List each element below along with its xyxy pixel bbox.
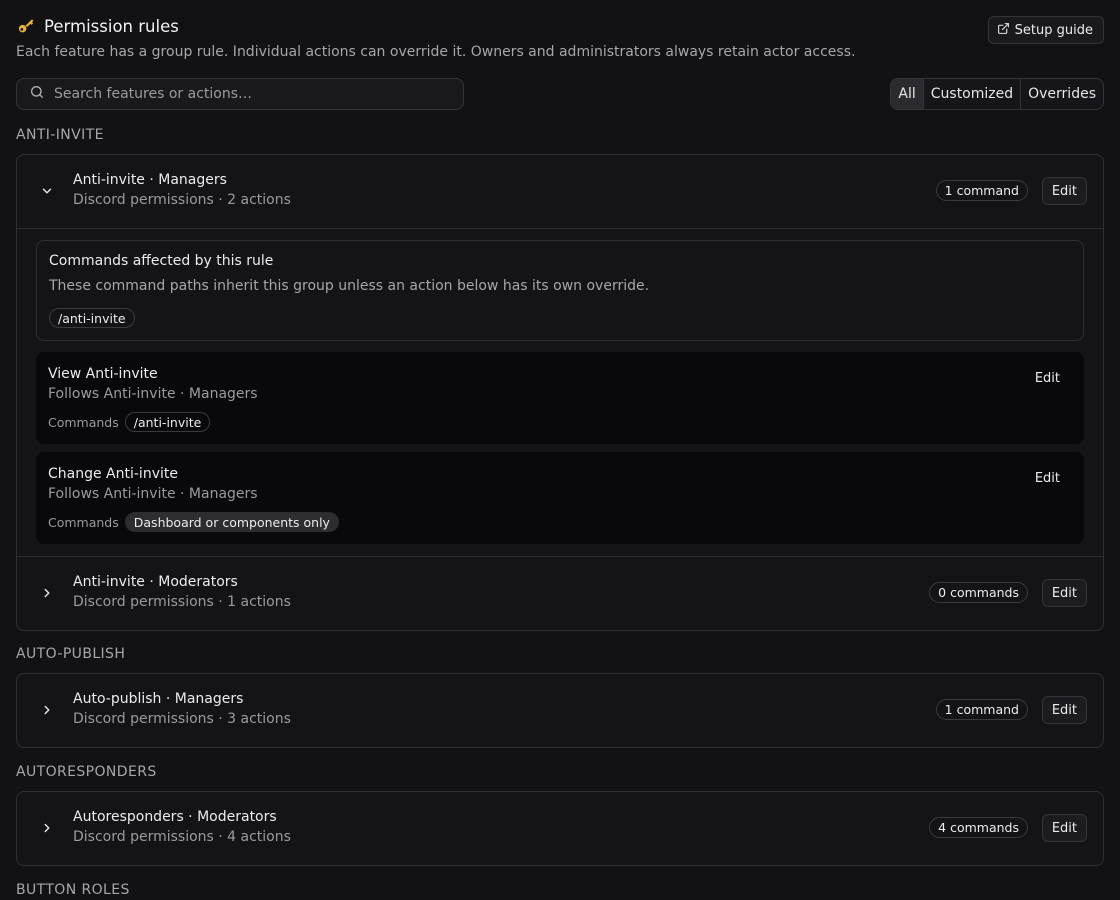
commands-label: Commands xyxy=(48,414,119,430)
group-details-panel: Commands affected by this rule These com… xyxy=(17,228,1103,557)
page-header: Permission rules Each feature has a grou… xyxy=(16,14,1104,60)
edit-button[interactable]: Edit xyxy=(1041,177,1087,205)
section-label-anti-invite: ANTI-INVITE xyxy=(16,127,104,143)
action-title: Change Anti-invite xyxy=(48,466,178,482)
section-card-auto-publish: Auto-publish · Managers Discord permissi… xyxy=(16,673,1104,748)
command-tag: /anti-invite xyxy=(124,412,211,432)
group-title: Anti-invite · Moderators xyxy=(73,574,238,590)
chevron-right-icon[interactable] xyxy=(37,700,57,720)
section-label-autoresponders: AUTORESPONDERS xyxy=(16,764,157,780)
chevron-right-icon[interactable] xyxy=(37,818,57,838)
group-row-autoresponders-moderators[interactable]: Autoresponders · Moderators Discord perm… xyxy=(17,792,1103,865)
action-commands: Commands Dashboard or components only xyxy=(48,512,339,532)
commands-count-badge: 4 commands xyxy=(929,817,1028,838)
group-subtitle: Discord permissions · 2 actions xyxy=(73,192,291,208)
affected-commands-title: Commands affected by this rule xyxy=(49,253,274,269)
group-subtitle: Discord permissions · 3 actions xyxy=(73,711,291,727)
action-card-view-anti-invite: View Anti-invite Follows Anti-invite · M… xyxy=(36,352,1084,444)
setup-guide-button[interactable]: Setup guide xyxy=(987,16,1104,44)
search-input[interactable] xyxy=(54,86,434,102)
action-edit-button[interactable]: Edit xyxy=(1023,364,1072,392)
key-icon xyxy=(16,16,36,36)
action-title: View Anti-invite xyxy=(48,366,158,382)
section-card-anti-invite: Anti-invite · Managers Discord permissio… xyxy=(16,154,1104,631)
chevron-down-icon[interactable] xyxy=(37,181,57,201)
command-tag: Dashboard or components only xyxy=(124,512,339,532)
action-subtitle: Follows Anti-invite · Managers xyxy=(48,486,258,502)
page-subtitle: Each feature has a group rule. Individua… xyxy=(16,44,856,60)
edit-button[interactable]: Edit xyxy=(1041,696,1087,724)
filter-segmented-control: All Customized Overrides xyxy=(890,78,1104,110)
section-label-auto-publish: AUTO-PUBLISH xyxy=(16,646,126,662)
filter-overrides[interactable]: Overrides xyxy=(1020,79,1103,109)
group-title: Anti-invite · Managers xyxy=(73,172,227,188)
filter-all[interactable]: All xyxy=(891,79,923,109)
action-commands: Commands /anti-invite xyxy=(48,412,211,432)
section-card-autoresponders: Autoresponders · Moderators Discord perm… xyxy=(16,791,1104,866)
group-subtitle: Discord permissions · 4 actions xyxy=(73,829,291,845)
action-card-change-anti-invite: Change Anti-invite Follows Anti-invite ·… xyxy=(36,452,1084,544)
command-tag: /anti-invite xyxy=(49,308,135,328)
page-title: Permission rules xyxy=(44,16,179,36)
section-label-button-roles: BUTTON ROLES xyxy=(16,882,130,898)
group-subtitle: Discord permissions · 1 actions xyxy=(73,594,291,610)
commands-count-badge: 1 command xyxy=(935,180,1028,201)
group-title: Autoresponders · Moderators xyxy=(73,809,277,825)
affected-commands-box: Commands affected by this rule These com… xyxy=(36,240,1084,341)
search-box xyxy=(16,78,464,110)
filter-customized[interactable]: Customized xyxy=(922,79,1020,109)
search-icon xyxy=(29,84,45,104)
group-row-auto-publish-managers[interactable]: Auto-publish · Managers Discord permissi… xyxy=(17,674,1103,747)
edit-button[interactable]: Edit xyxy=(1041,814,1087,842)
commands-count-badge: 0 commands xyxy=(929,582,1028,603)
group-title: Auto-publish · Managers xyxy=(73,691,244,707)
action-subtitle: Follows Anti-invite · Managers xyxy=(48,386,258,402)
affected-commands-description: These command paths inherit this group u… xyxy=(49,278,650,294)
chevron-right-icon[interactable] xyxy=(37,583,57,603)
setup-guide-label: Setup guide xyxy=(1014,22,1093,38)
group-row-anti-invite-managers[interactable]: Anti-invite · Managers Discord permissio… xyxy=(17,155,1103,228)
commands-label: Commands xyxy=(48,514,119,530)
external-link-icon xyxy=(997,22,1010,39)
group-row-anti-invite-moderators[interactable]: Anti-invite · Moderators Discord permiss… xyxy=(17,557,1103,630)
commands-count-badge: 1 command xyxy=(935,699,1028,720)
edit-button[interactable]: Edit xyxy=(1041,579,1087,607)
action-edit-button[interactable]: Edit xyxy=(1023,464,1072,492)
